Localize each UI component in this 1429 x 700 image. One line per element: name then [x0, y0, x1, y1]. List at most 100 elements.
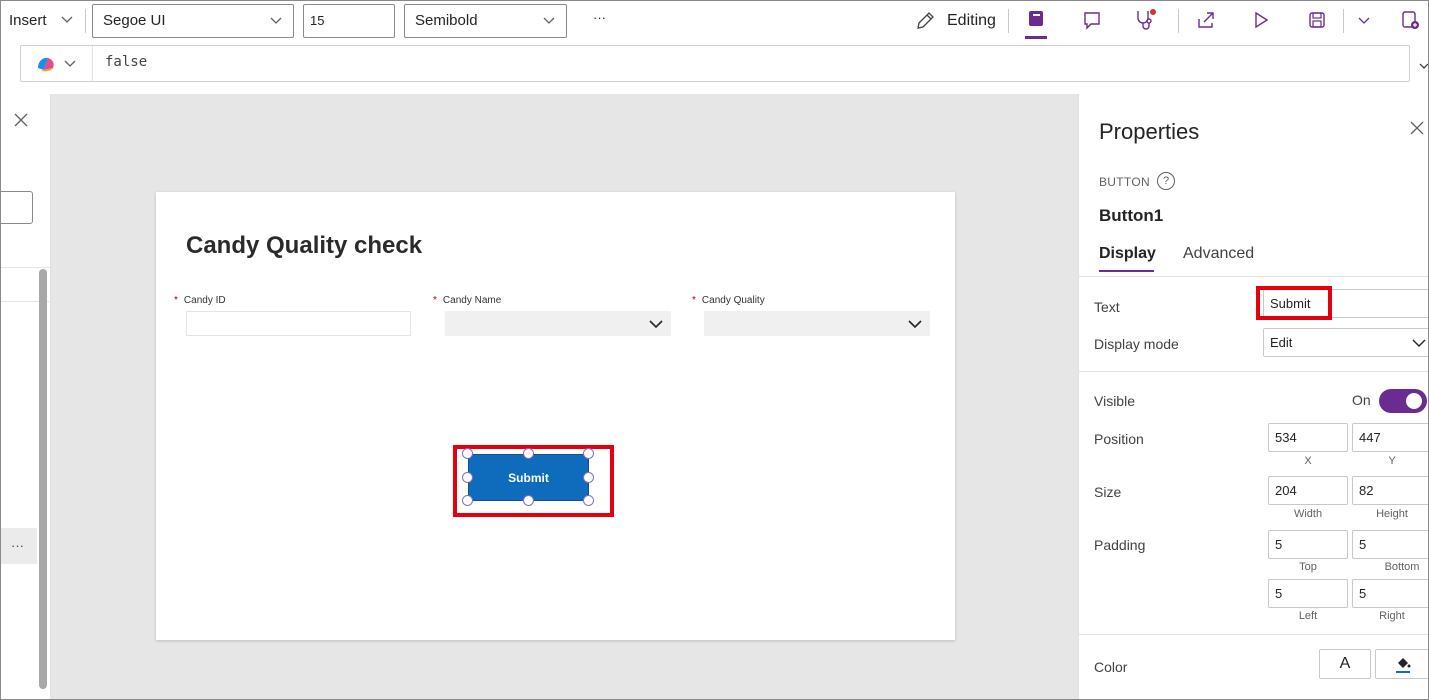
active-indicator	[1025, 36, 1047, 39]
save-options-chevron-icon[interactable]	[1351, 7, 1377, 33]
candy-name-label: * Candy Name	[433, 295, 501, 306]
width-label: Width	[1293, 508, 1323, 520]
resize-handle[interactable]	[583, 495, 594, 506]
tab-advanced[interactable]: Advanced	[1183, 245, 1254, 263]
padding-left-value: 5	[1275, 586, 1283, 601]
more-options-button[interactable]: ···	[593, 10, 606, 25]
save-icon[interactable]	[1304, 7, 1330, 33]
padding-label: Padding	[1094, 537, 1146, 553]
candy-quality-dropdown[interactable]	[704, 311, 930, 336]
property-chevron-icon[interactable]	[63, 56, 77, 75]
padding-right-input[interactable]: 5	[1352, 579, 1428, 608]
resize-handle[interactable]	[523, 495, 534, 506]
font-family-value: Segoe UI	[103, 12, 166, 29]
toggle-knob	[1406, 393, 1422, 409]
share-icon[interactable]	[1193, 7, 1219, 33]
visible-toggle[interactable]	[1379, 389, 1427, 413]
chevron-down-icon	[908, 320, 922, 329]
display-mode-select[interactable]: Edit	[1263, 328, 1428, 357]
resize-handle[interactable]	[583, 472, 594, 483]
visible-state-label: On	[1352, 392, 1371, 408]
padding-bottom-value: 5	[1359, 537, 1367, 552]
properties-title: Properties	[1099, 119, 1200, 144]
position-y-value: 447	[1359, 430, 1381, 445]
candy-name-dropdown[interactable]	[445, 311, 671, 336]
font-weight-value: Semibold	[415, 12, 478, 29]
publish-icon[interactable]	[1397, 7, 1423, 33]
color-label: Color	[1094, 659, 1128, 675]
pencil-icon	[914, 10, 936, 37]
candy-id-input[interactable]	[186, 311, 411, 336]
padding-top-input[interactable]: 5	[1268, 530, 1348, 559]
width-input[interactable]: 204	[1268, 476, 1348, 505]
required-mark: *	[174, 295, 178, 306]
resize-handle[interactable]	[462, 495, 473, 506]
text-property-label: Text	[1094, 299, 1120, 315]
font-color-icon: A	[1339, 655, 1351, 672]
x-label: X	[1304, 455, 1312, 467]
tree-scrollbar[interactable]	[39, 269, 47, 689]
notebook-icon[interactable]	[1023, 7, 1049, 33]
stethoscope-icon[interactable]	[1132, 7, 1158, 33]
insert-menu[interactable]: Insert	[9, 12, 47, 29]
insert-chevron-icon[interactable]	[60, 12, 74, 31]
required-mark: *	[692, 295, 696, 306]
display-mode-value: Edit	[1270, 335, 1293, 350]
toolbar-divider	[1008, 9, 1009, 33]
app-screen[interactable]: Candy Quality check * Candy ID * Candy Nam…	[156, 192, 955, 640]
padding-left-input[interactable]: 5	[1268, 579, 1348, 608]
height-input[interactable]: 82	[1352, 476, 1428, 505]
height-label: Height	[1376, 508, 1408, 520]
padding-top-value: 5	[1275, 537, 1283, 552]
display-mode-label: Display mode	[1094, 336, 1179, 352]
formula-divider	[92, 46, 93, 81]
chevron-down-icon	[269, 5, 283, 49]
help-icon[interactable]: ?	[1157, 172, 1175, 190]
candy-id-label: * Candy ID	[174, 295, 226, 306]
padding-right-value: 5	[1359, 586, 1367, 601]
resize-handle[interactable]	[462, 448, 473, 459]
close-icon[interactable]	[13, 112, 29, 133]
play-icon[interactable]	[1248, 7, 1274, 33]
required-mark: *	[433, 295, 437, 306]
position-x-input[interactable]: 534	[1268, 423, 1348, 452]
panel-divider	[1079, 371, 1428, 372]
control-name[interactable]: Button1	[1099, 206, 1163, 226]
candy-quality-label: * Candy Quality	[692, 295, 765, 306]
position-y-input[interactable]: 447	[1352, 423, 1428, 452]
tree-view-panel: ···	[1, 94, 51, 699]
tree-search-input[interactable]	[1, 191, 33, 224]
font-size-input[interactable]: 15	[303, 4, 395, 38]
submit-button[interactable]: Submit	[468, 454, 589, 501]
comment-icon[interactable]	[1079, 7, 1105, 33]
formula-input[interactable]: false	[105, 54, 147, 70]
font-weight-select[interactable]: Semibold	[404, 4, 567, 38]
left-label: Left	[1298, 610, 1318, 622]
top-label: Top	[1299, 561, 1317, 573]
app-window: Insert Segoe UI 15 Semibold ··· Editing	[0, 0, 1429, 700]
resize-handle[interactable]	[523, 448, 534, 459]
close-icon[interactable]	[1409, 120, 1425, 141]
toolbar-divider	[1178, 9, 1179, 33]
padding-bottom-input[interactable]: 5	[1352, 530, 1428, 559]
candy-id-label-text: Candy ID	[183, 295, 226, 306]
size-label: Size	[1094, 484, 1122, 500]
screen-title: Candy Quality check	[186, 232, 423, 259]
expand-formula-icon[interactable]	[1418, 59, 1428, 77]
fill-color-button[interactable]	[1375, 649, 1428, 679]
position-x-value: 534	[1275, 430, 1297, 445]
resize-handle[interactable]	[583, 448, 594, 459]
chevron-down-icon	[542, 5, 556, 49]
resize-handle[interactable]	[462, 472, 473, 483]
copilot-icon[interactable]	[35, 54, 57, 79]
text-color-button[interactable]: A	[1319, 649, 1371, 679]
tab-display[interactable]: Display	[1099, 245, 1156, 263]
command-toolbar: Insert Segoe UI 15 Semibold ··· Editing	[1, 1, 1428, 41]
tree-item-more-button[interactable]: ···	[1, 528, 37, 564]
visible-label: Visible	[1094, 393, 1135, 409]
editing-mode-button[interactable]: Editing	[947, 12, 996, 30]
font-family-select[interactable]: Segoe UI	[92, 4, 294, 38]
control-type-label: BUTTON	[1099, 175, 1150, 189]
toolbar-divider	[85, 9, 86, 33]
text-input-highlight	[1256, 286, 1332, 320]
